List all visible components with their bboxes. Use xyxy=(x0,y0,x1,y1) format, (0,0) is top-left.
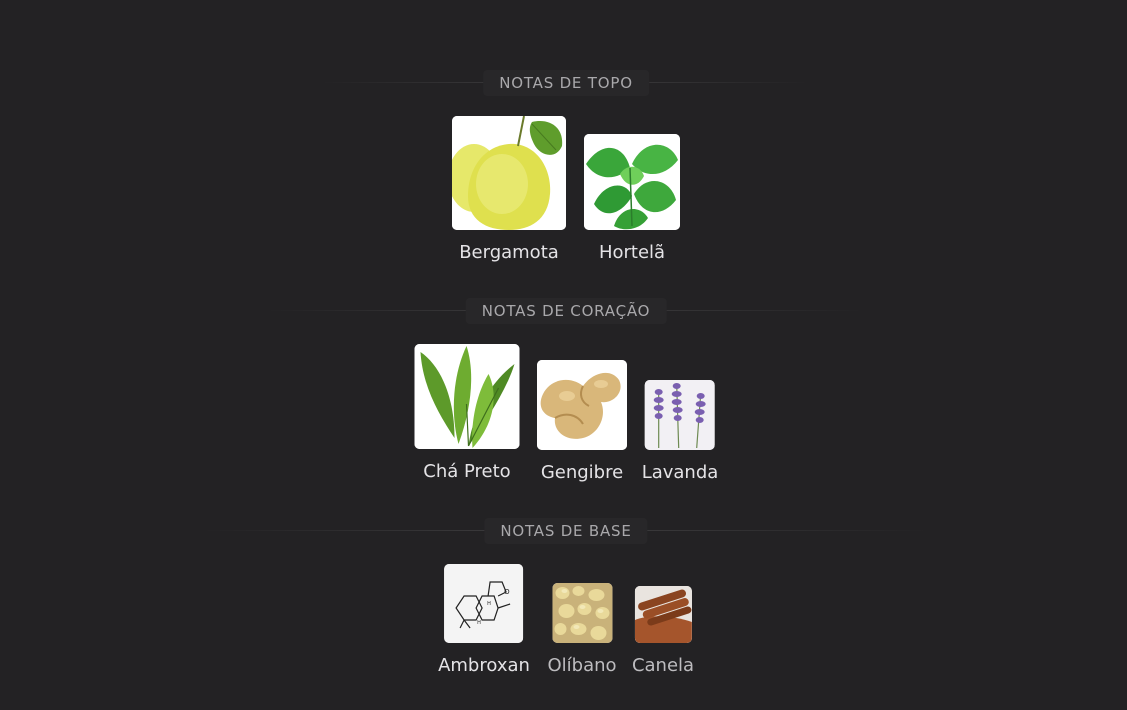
tea-leaf-image xyxy=(414,344,520,449)
note-bergamota[interactable]: Bergamota xyxy=(452,116,566,263)
section-header-heart: NOTAS DE CORAÇÃO xyxy=(0,298,1127,324)
note-cha-preto[interactable]: Chá Preto xyxy=(414,344,520,482)
cinnamon-image xyxy=(634,586,692,643)
note-label: Ambroxan xyxy=(438,655,530,676)
section-title: NOTAS DE BASE xyxy=(484,518,648,544)
note-label: Bergamota xyxy=(459,242,559,263)
section-header-top: NOTAS DE TOPO xyxy=(0,70,1127,96)
fragrance-notes-pyramid: NOTAS DE TOPO Bergamota Hortelã NOTAS DE… xyxy=(0,0,1127,710)
note-label: Gengibre xyxy=(540,462,624,483)
svg-text:H: H xyxy=(487,601,491,607)
frankincense-image xyxy=(551,583,612,643)
note-lavanda[interactable]: Lavanda xyxy=(641,380,719,483)
note-label: Lavanda xyxy=(641,462,719,483)
section-title: NOTAS DE CORAÇÃO xyxy=(465,298,667,324)
section-header-base: NOTAS DE BASE xyxy=(0,518,1127,544)
svg-text:H: H xyxy=(477,620,481,626)
mint-image xyxy=(584,134,680,230)
lavender-image xyxy=(644,380,715,450)
note-hortela[interactable]: Hortelã xyxy=(584,134,680,263)
note-label: Canela xyxy=(631,655,695,676)
note-ambroxan[interactable]: O H H Ambroxan xyxy=(438,564,530,676)
ginger-image xyxy=(537,360,627,450)
svg-text:O: O xyxy=(504,588,510,596)
note-canela[interactable]: Canela xyxy=(632,586,694,676)
note-olibano[interactable]: Olíbano xyxy=(547,583,617,676)
section-title: NOTAS DE TOPO xyxy=(483,70,649,96)
bergamot-image xyxy=(452,116,566,230)
ambroxan-molecule-image: O H H xyxy=(444,564,524,643)
note-label: Chá Preto xyxy=(423,461,511,482)
note-label: Olíbano xyxy=(547,655,617,676)
note-gengibre[interactable]: Gengibre xyxy=(537,360,627,483)
note-label: Hortelã xyxy=(598,242,666,263)
